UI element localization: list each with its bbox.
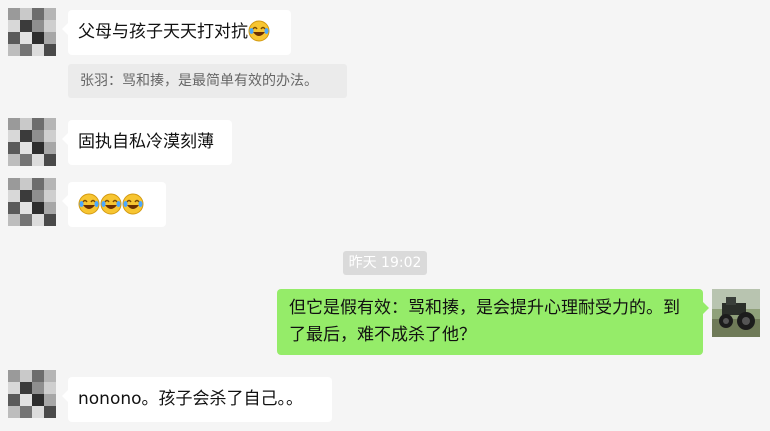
- laugh-cry-icon: [122, 193, 144, 215]
- laugh-cry-icon: [100, 193, 122, 215]
- message-bubble[interactable]: [62, 182, 166, 227]
- message-bubble[interactable]: 父母与孩子天天打对抗: [62, 10, 291, 55]
- message-text: nonono。孩子会杀了自己。。: [78, 389, 304, 409]
- pixelated-avatar-icon: [8, 370, 56, 418]
- my-avatar[interactable]: [712, 289, 760, 337]
- pixelated-avatar-icon: [8, 178, 56, 226]
- tractor-photo-avatar-icon: [712, 289, 760, 337]
- message-bubble[interactable]: 固执自私冷漠刻薄: [62, 120, 232, 165]
- message-text: 固执自私冷漠刻薄: [78, 132, 214, 152]
- message-text-line-2: 了最后，难不成杀了他？: [289, 325, 476, 345]
- pixelated-avatar-icon: [8, 8, 56, 56]
- laugh-cry-icon: [248, 20, 270, 42]
- outgoing-message-bubble[interactable]: 但它是假有效：骂和揍，是会提升心理耐受力的。到 了最后，难不成杀了他？: [277, 289, 709, 355]
- message-bubble[interactable]: nonono。孩子会杀了自己。。: [62, 377, 332, 422]
- avatar[interactable]: [8, 8, 56, 56]
- timestamp-divider: 昨天 19:02: [343, 251, 427, 275]
- message-text-line-1: 但它是假有效：骂和揍，是会提升心理耐受力的。到: [289, 298, 680, 318]
- avatar[interactable]: [8, 178, 56, 226]
- pixelated-avatar-icon: [8, 118, 56, 166]
- quoted-message[interactable]: 张羽：骂和揍，是最简单有效的办法。: [68, 64, 347, 98]
- message-text: 父母与孩子天天打对抗: [78, 22, 248, 42]
- avatar[interactable]: [8, 118, 56, 166]
- avatar[interactable]: [8, 370, 56, 418]
- chat-window: 父母与孩子天天打对抗 张羽：骂和揍，是最简单有效的办法。 固执自私冷漠刻薄 昨天…: [0, 0, 770, 431]
- laugh-cry-icon: [78, 193, 100, 215]
